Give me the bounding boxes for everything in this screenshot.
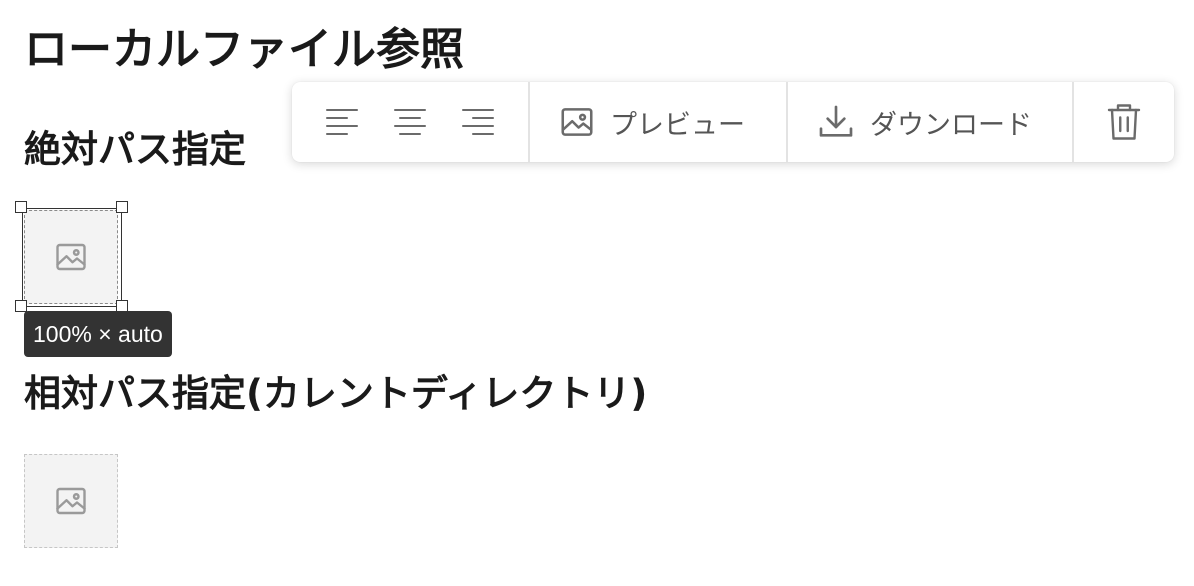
image-icon (56, 487, 86, 515)
resize-handle-top-left[interactable] (15, 201, 27, 213)
preview-button[interactable]: プレビュー (558, 82, 758, 162)
image-icon (56, 243, 86, 271)
resize-handle-bottom-left[interactable] (15, 300, 27, 312)
delete-button[interactable] (1098, 82, 1150, 162)
align-right-icon (462, 109, 494, 135)
align-center-button[interactable] (384, 82, 436, 162)
align-center-icon (394, 109, 426, 135)
preview-label: プレビュー (610, 109, 745, 141)
align-right-button[interactable] (452, 82, 504, 162)
download-label: ダウンロード (870, 109, 1032, 141)
download-icon (819, 105, 853, 137)
align-left-button[interactable] (316, 82, 368, 162)
image-icon (561, 108, 593, 136)
image-placeholder-absolute[interactable] (24, 210, 118, 304)
download-button[interactable]: ダウンロード (816, 82, 1056, 162)
toolbar-divider (528, 82, 530, 162)
toolbar-divider (786, 82, 788, 162)
align-left-icon (326, 109, 358, 135)
image-toolbar: プレビュー ダウンロード (292, 82, 1174, 162)
image-placeholder-relative[interactable] (24, 454, 118, 548)
section-heading-relative-path: 相対パス指定(カレントディレクトリ) (24, 372, 648, 415)
trash-icon (1107, 104, 1141, 140)
resize-handle-top-right[interactable] (116, 201, 128, 213)
section-heading-absolute-path: 絶対パス指定 (24, 128, 246, 171)
image-size-tooltip: 100% × auto (24, 311, 172, 357)
toolbar-divider (1072, 82, 1074, 162)
page-title: ローカルファイル参照 (24, 24, 464, 75)
